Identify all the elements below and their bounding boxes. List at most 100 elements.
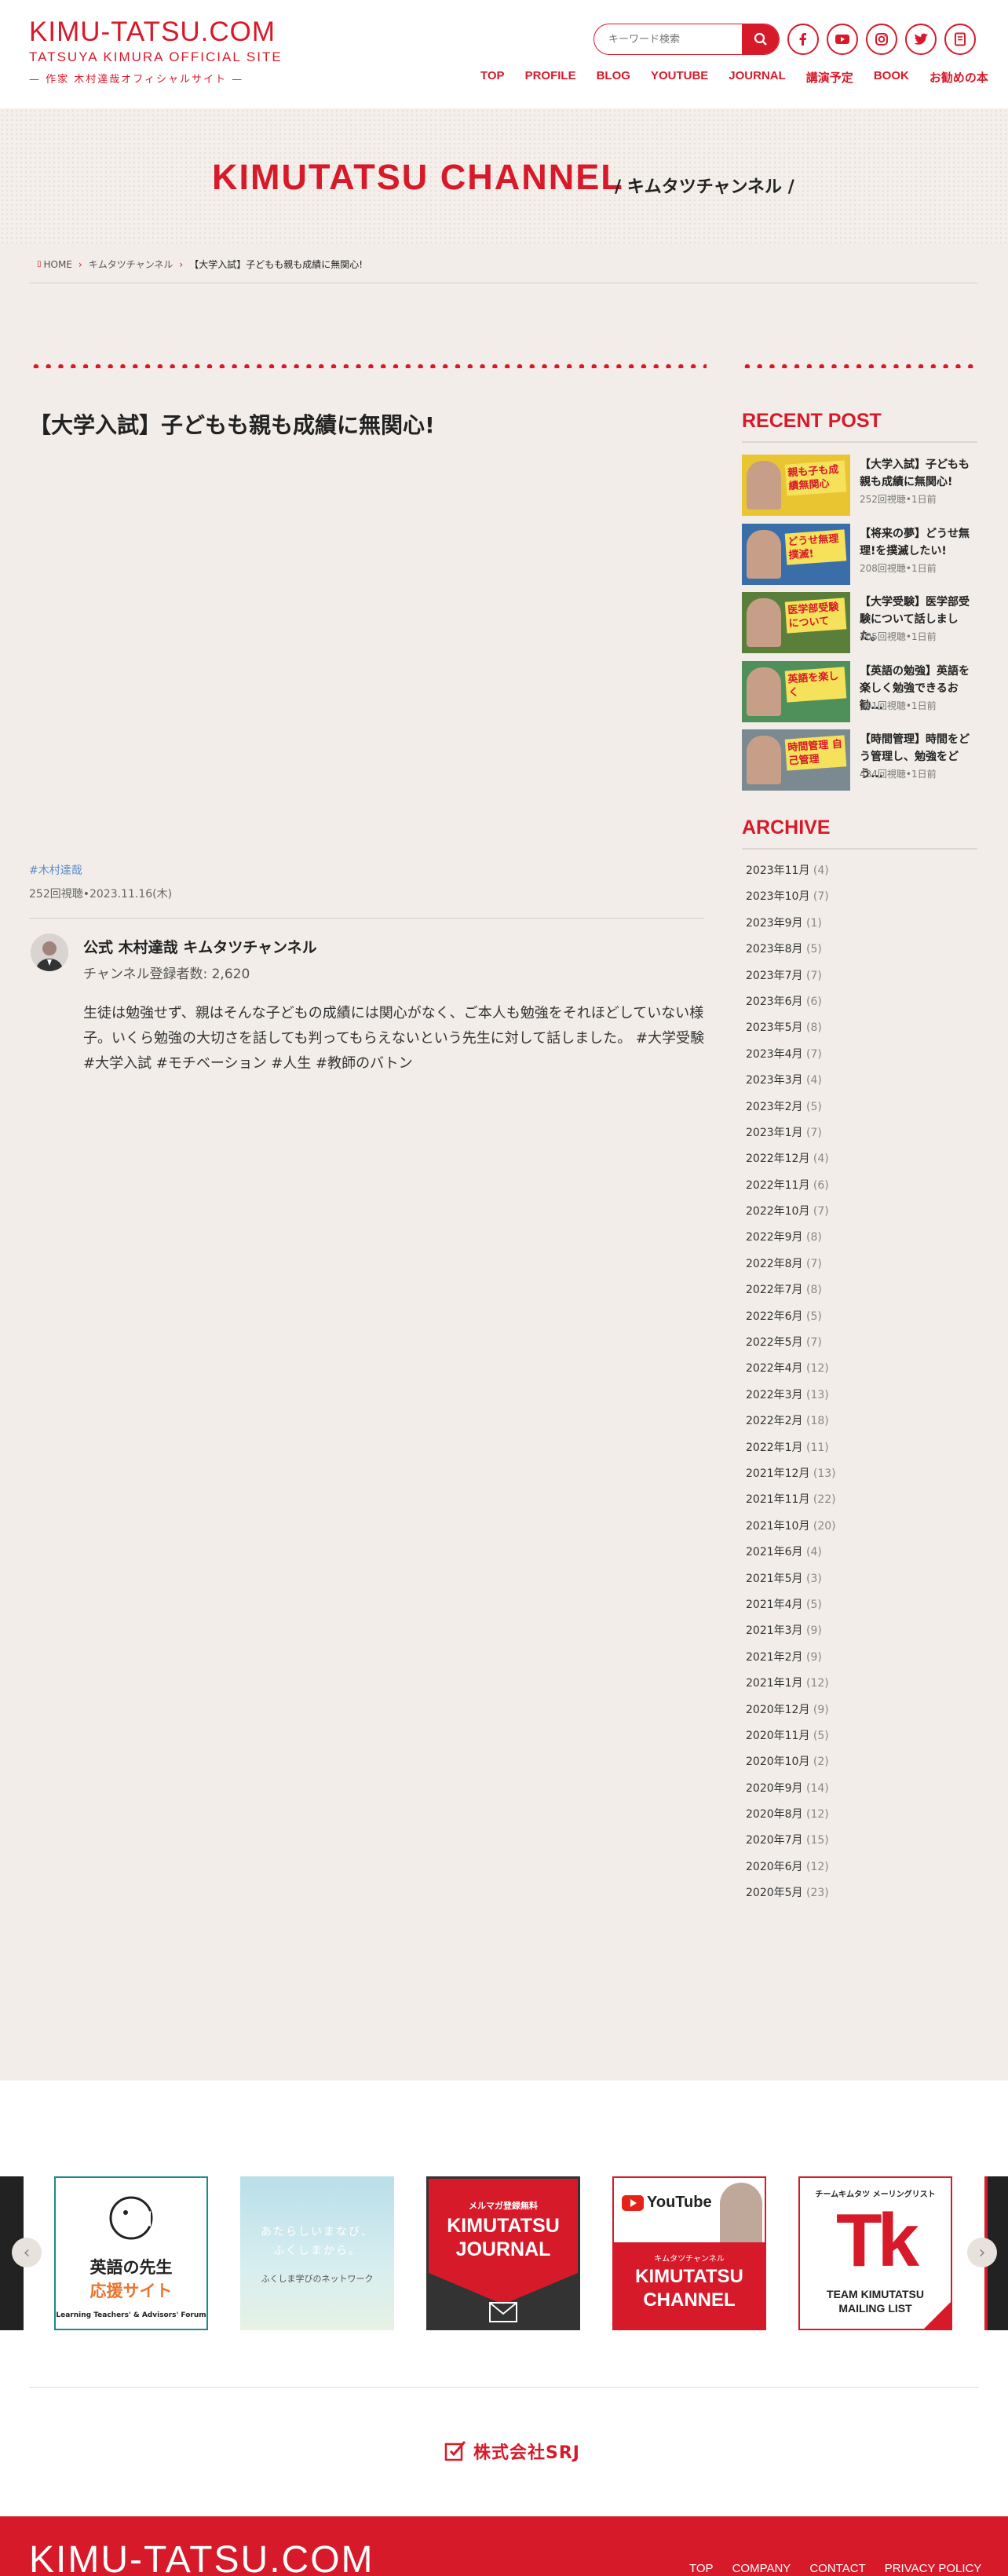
recent-post-item[interactable]: どうせ無理 撲滅! 【将来の夢】どうせ無理!を撲滅したい! 208回視聴•1日前 xyxy=(742,523,977,586)
book-icon[interactable] xyxy=(944,24,976,55)
archive-item[interactable]: 2020年11月 (5) xyxy=(746,1728,836,1754)
archive-item[interactable]: 2023年8月 (5) xyxy=(746,941,836,967)
archive-item[interactable]: 2022年5月 (7) xyxy=(746,1335,836,1361)
archive-count: (9) xyxy=(806,1624,822,1638)
search-button[interactable] xyxy=(742,24,779,54)
banner-channel-line2: CHANNEL xyxy=(643,2289,736,2311)
archive-label: 2021年4月 xyxy=(746,1598,803,1611)
archive-item[interactable]: 2021年11月 (22) xyxy=(746,1492,836,1518)
recent-post-item[interactable]: 時間管理 自己管理 【時間管理】時間をどう管理し、勉強をどう... 434回視聴•1… xyxy=(742,729,977,792)
archive-item[interactable]: 2020年9月 (14) xyxy=(746,1781,836,1807)
recent-post-item[interactable]: 親も子も成績無関心 【大学入試】子どもも親も成績に無関心! 252回視聴•1日前 xyxy=(742,455,977,517)
archive-item[interactable]: 2022年2月 (18) xyxy=(746,1413,836,1439)
thumbnail-caption: 医学部受験について xyxy=(784,597,847,634)
dotted-divider xyxy=(30,364,707,368)
company-logo[interactable]: 株式会社SRJ xyxy=(444,2439,580,2464)
archive-count: (7) xyxy=(806,1336,822,1350)
archive-item[interactable]: 2023年7月 (7) xyxy=(746,968,836,994)
archive-item[interactable]: 2021年10月 (20) xyxy=(746,1518,836,1544)
footer-logo[interactable]: KIMU-TATSU.COM xyxy=(29,2538,374,2576)
archive-item[interactable]: 2021年3月 (9) xyxy=(746,1623,836,1649)
nav-blog[interactable]: BLOG xyxy=(597,69,630,88)
archive-item[interactable]: 2023年5月 (8) xyxy=(746,1020,836,1046)
archive-item[interactable]: 2021年5月 (3) xyxy=(746,1571,836,1597)
nav-lectures[interactable]: 講演予定 xyxy=(806,69,853,88)
archive-item[interactable]: 2022年12月 (4) xyxy=(746,1151,836,1177)
archive-item[interactable]: 2020年7月 (15) xyxy=(746,1832,836,1858)
breadcrumb-home[interactable]: HOME xyxy=(44,259,72,270)
archive-item[interactable]: 2022年8月 (7) xyxy=(746,1256,836,1282)
archive-label: 2022年9月 xyxy=(746,1231,803,1244)
footer-link-contact[interactable]: CONTACT xyxy=(809,2562,865,2575)
nav-profile[interactable]: PROFILE xyxy=(525,69,576,88)
breadcrumb: ▯ HOME › キムタツチャンネル › 【大学入試】子どもも親も成績に無関心! xyxy=(37,258,363,271)
archive-item[interactable]: 2021年2月 (9) xyxy=(746,1650,836,1675)
archive-item[interactable]: 2023年1月 (7) xyxy=(746,1125,836,1151)
team-logo-mark: Tk xyxy=(835,2198,919,2282)
archive-item[interactable]: 2023年11月 (4) xyxy=(746,863,836,889)
archive-label: 2022年8月 xyxy=(746,1257,803,1270)
video-embed-area[interactable] xyxy=(29,455,704,840)
twitter-icon[interactable] xyxy=(905,24,937,55)
archive-count: (8) xyxy=(806,1284,822,1297)
archive-item[interactable]: 2020年8月 (12) xyxy=(746,1807,836,1832)
search-input[interactable] xyxy=(594,24,743,54)
archive-item[interactable]: 2021年4月 (5) xyxy=(746,1597,836,1623)
youtube-icon[interactable] xyxy=(827,24,858,55)
archive-item[interactable]: 2022年1月 (11) xyxy=(746,1440,836,1466)
archive-item[interactable]: 2021年1月 (12) xyxy=(746,1675,836,1701)
post-tag[interactable]: #木村達哉 xyxy=(29,862,82,878)
nav-youtube[interactable]: YOUTUBE xyxy=(651,69,708,88)
company-name: 株式会社SRJ xyxy=(473,2443,580,2463)
archive-item[interactable]: 2022年7月 (8) xyxy=(746,1282,836,1308)
thumbnail-caption: 親も子も成績無関心 xyxy=(784,460,847,496)
nav-top[interactable]: TOP xyxy=(480,69,505,88)
banner-kimutatsu-journal[interactable]: メルマガ登録無料 KIMUTATSU JOURNAL xyxy=(426,2176,580,2330)
archive-item[interactable]: 2020年6月 (12) xyxy=(746,1859,836,1885)
nav-book[interactable]: BOOK xyxy=(874,69,909,88)
footer-link-company[interactable]: COMPANY xyxy=(732,2562,791,2575)
archive-item[interactable]: 2023年9月 (1) xyxy=(746,915,836,941)
archive-item[interactable]: 2020年5月 (23) xyxy=(746,1885,836,1911)
banner-kimutatsu-channel[interactable]: YouTube キムタツチャンネル KIMUTATSU CHANNEL xyxy=(612,2176,766,2330)
breadcrumb-channel[interactable]: キムタツチャンネル xyxy=(89,258,173,271)
archive-item[interactable]: 2022年10月 (7) xyxy=(746,1204,836,1230)
archive-label: 2020年12月 xyxy=(746,1703,810,1716)
recent-post-item[interactable]: 英語を楽しく 【英語の勉強】英語を楽しく勉強できるお勧... 391回視聴•1日前 xyxy=(742,660,977,724)
archive-item[interactable]: 2022年11月 (6) xyxy=(746,1178,836,1204)
page-subtitle: / キムタツチャンネル / xyxy=(615,177,794,197)
archive-item[interactable]: 2023年2月 (5) xyxy=(746,1099,836,1125)
facebook-icon[interactable] xyxy=(787,24,819,55)
archive-item[interactable]: 2022年3月 (13) xyxy=(746,1387,836,1413)
archive-item[interactable]: 2023年10月 (7) xyxy=(746,889,836,915)
archive-count: (3) xyxy=(806,1572,822,1585)
archive-item[interactable]: 2023年6月 (6) xyxy=(746,994,836,1020)
footer-link-top[interactable]: TOP xyxy=(689,2562,714,2575)
archive-count: (4) xyxy=(806,1074,822,1087)
archive-item[interactable]: 2023年3月 (4) xyxy=(746,1072,836,1098)
footer-link-privacy[interactable]: PRIVACY POLICY xyxy=(885,2562,982,2575)
archive-item[interactable]: 2022年4月 (12) xyxy=(746,1361,836,1387)
banner-teacher-support[interactable]: 英語の先生 応援サイト Learning Teachers' & Advisor… xyxy=(54,2176,208,2330)
archive-item[interactable]: 2022年9月 (8) xyxy=(746,1230,836,1255)
archive-item[interactable]: 2021年6月 (4) xyxy=(746,1544,836,1570)
nav-recommended-books[interactable]: お勧めの本 xyxy=(929,69,988,88)
thumbnail-caption: どうせ無理 撲滅! xyxy=(784,528,847,565)
banner-fukushima-network[interactable]: あたらしいまなび、 ふくしまから。 ふくしま学びのネットワーク xyxy=(240,2176,394,2330)
archive-item[interactable]: 2021年12月 (13) xyxy=(746,1466,836,1492)
archive-item[interactable]: 2020年12月 (9) xyxy=(746,1702,836,1728)
site-logo[interactable]: KIMU-TATSU.COM TATSUYA KIMURA OFFICIAL S… xyxy=(29,16,283,86)
archive-item[interactable]: 2022年6月 (5) xyxy=(746,1309,836,1335)
carousel-prev-button[interactable]: ‹ xyxy=(12,2238,42,2267)
archive-label: 2020年7月 xyxy=(746,1834,803,1847)
instagram-icon[interactable] xyxy=(866,24,897,55)
archive-item[interactable]: 2020年10月 (2) xyxy=(746,1754,836,1780)
nav-journal[interactable]: JOURNAL xyxy=(729,69,786,88)
archive-count: (11) xyxy=(806,1441,829,1454)
carousel-next-button[interactable]: › xyxy=(967,2238,997,2267)
archive-label: 2023年3月 xyxy=(746,1074,803,1087)
banner-team-mailing-list[interactable]: チームキムタツ メーリングリスト Tk TEAM KIMUTATSU MAILI… xyxy=(798,2176,952,2330)
recent-post-item[interactable]: 医学部受験について 【大学受験】医学部受験について話しました。 405回視聴•1日前 xyxy=(742,592,977,655)
archive-label: 2023年1月 xyxy=(746,1126,803,1139)
archive-item[interactable]: 2023年4月 (7) xyxy=(746,1047,836,1072)
